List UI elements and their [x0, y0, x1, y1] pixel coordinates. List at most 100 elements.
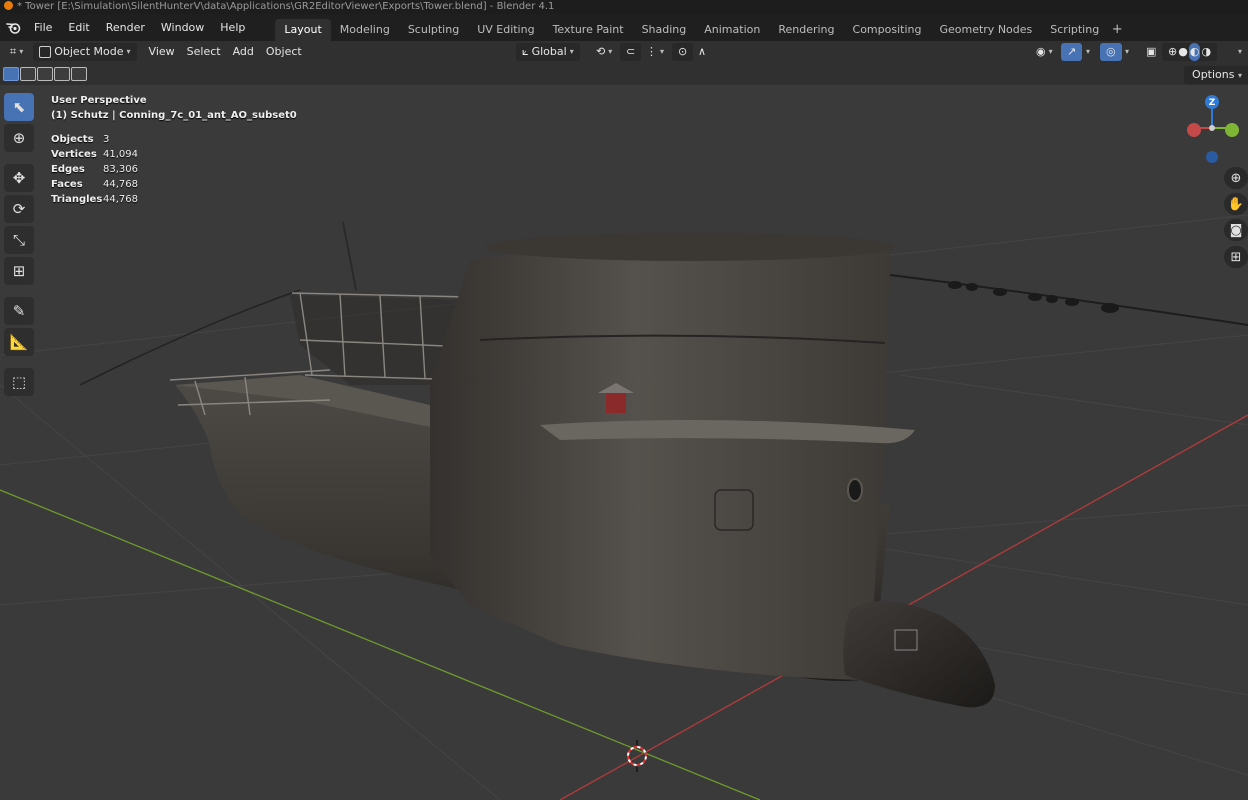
- shading-dropdown[interactable]: ▾: [1232, 43, 1248, 61]
- gizmo-dropdown[interactable]: ▾: [1080, 43, 1096, 61]
- chevron-down-icon: ▾: [1086, 47, 1091, 56]
- cable-insulators: [948, 281, 1119, 313]
- tool-shelf: ⬉ ⊕ ✥ ⟳ ⤡ ⊞ ✎ 📐 ⬚: [4, 93, 34, 396]
- tab-shading[interactable]: Shading: [633, 19, 696, 41]
- object-mode-icon: [39, 46, 52, 58]
- viewport-header: ⌗ ▾ Object Mode ▾ View Select Add Object …: [0, 41, 1248, 63]
- tab-modeling[interactable]: Modeling: [331, 19, 399, 41]
- orientation-icon: ⟀: [522, 45, 529, 58]
- tab-compositing[interactable]: Compositing: [844, 19, 931, 41]
- scene-stats-table: Objects 3 Vertices 41,094 Edges 83,306 Face…: [51, 132, 138, 207]
- stat-value: 83,306: [103, 164, 138, 175]
- transform-icon: ⊞: [12, 262, 26, 280]
- xray-toggle[interactable]: ▣: [1140, 43, 1162, 61]
- tab-sculpting[interactable]: Sculpting: [399, 19, 468, 41]
- proportional-icon: ⊙: [678, 45, 688, 58]
- 3d-cursor[interactable]: [627, 740, 647, 772]
- stat-value: 3: [103, 134, 110, 145]
- eye-icon: ◉: [1036, 45, 1046, 58]
- editor-type-button[interactable]: ⌗ ▾: [4, 43, 29, 61]
- menu-select[interactable]: Select: [181, 43, 227, 61]
- snap-target-button[interactable]: ⋮ ▾: [640, 43, 670, 61]
- solid-shading-icon[interactable]: ●: [1178, 43, 1188, 61]
- tab-texture-paint[interactable]: Texture Paint: [544, 19, 633, 41]
- annotate-tool[interactable]: ✎: [4, 297, 34, 325]
- menu-help[interactable]: Help: [212, 17, 253, 39]
- grid-line: [949, 684, 1248, 776]
- orientation-label: Global: [531, 45, 567, 58]
- visibility-button[interactable]: ◉ ▾: [1030, 43, 1059, 61]
- menu-add[interactable]: Add: [227, 43, 260, 61]
- tab-scripting[interactable]: Scripting: [1041, 19, 1108, 41]
- transform-tool[interactable]: ⊞: [4, 257, 34, 285]
- falloff-icon: ∧: [698, 45, 707, 58]
- cube-add-icon: ⬚: [11, 373, 27, 391]
- transform-orientation-dropdown[interactable]: ⟀ Global ▾: [516, 43, 580, 61]
- pivot-point-button[interactable]: ⟲ ▾: [590, 43, 618, 61]
- mode-dropdown[interactable]: Object Mode ▾: [33, 43, 137, 61]
- active-object-label: (1) Schutz | Conning_7c_01_ant_AO_subset…: [51, 110, 297, 121]
- snap-icon: ⋮: [646, 45, 657, 58]
- menu-render[interactable]: Render: [98, 17, 153, 39]
- chevron-down-icon: ▾: [1238, 47, 1243, 56]
- scale-icon: ⤡: [12, 231, 25, 249]
- tower-top-rim: [485, 233, 895, 261]
- grid-line: [859, 544, 1248, 606]
- crosshair-icon: ⊕: [12, 129, 26, 147]
- tab-geometry-nodes[interactable]: Geometry Nodes: [930, 19, 1041, 41]
- y-axis-handle[interactable]: [1225, 123, 1239, 137]
- ruler-icon: 📐: [9, 333, 29, 351]
- select-new-icon[interactable]: [3, 67, 19, 81]
- snap-toggle[interactable]: ⊂: [620, 43, 642, 61]
- select-intersect-icon[interactable]: [71, 67, 87, 81]
- rotate-tool[interactable]: ⟳: [4, 195, 34, 223]
- menu-file[interactable]: File: [26, 17, 60, 39]
- scale-tool[interactable]: ⤡: [4, 226, 34, 254]
- chevron-down-icon: ▾: [1048, 47, 1053, 56]
- select-subtract-icon[interactable]: [37, 67, 53, 81]
- antenna-cable-left: [79, 289, 301, 386]
- tab-uv-editing[interactable]: UV Editing: [468, 19, 543, 41]
- zoom-icon[interactable]: ⊕: [1224, 167, 1248, 189]
- neg-z-axis-handle[interactable]: [1206, 151, 1218, 163]
- overlays-dropdown[interactable]: ▾: [1119, 43, 1135, 61]
- stat-row: Edges 83,306: [51, 162, 138, 177]
- move-tool[interactable]: ✥: [4, 164, 34, 192]
- tool-spacer: [4, 155, 34, 161]
- material-shading-icon[interactable]: ◐: [1188, 43, 1201, 61]
- camera-view-icon[interactable]: ◙: [1224, 219, 1248, 241]
- grid-view-icon[interactable]: ⊞: [1224, 246, 1248, 268]
- chevron-down-icon: ▾: [126, 47, 131, 56]
- viewport-stats-overlay: User Perspective (1) Schutz | Conning_7c…: [51, 93, 297, 207]
- menu-view[interactable]: View: [143, 43, 181, 61]
- pan-hand-icon[interactable]: ✋: [1224, 193, 1248, 215]
- blender-logo-icon[interactable]: [0, 14, 26, 41]
- chevron-down-icon: ▾: [1237, 71, 1242, 80]
- tab-rendering[interactable]: Rendering: [769, 19, 843, 41]
- rendered-shading-icon[interactable]: ◑: [1201, 43, 1211, 61]
- navigation-gizmo[interactable]: Z: [1180, 92, 1244, 164]
- tab-layout[interactable]: Layout: [275, 19, 331, 41]
- stat-row: Vertices 41,094: [51, 147, 138, 162]
- stat-label: Vertices: [51, 149, 97, 160]
- menu-object[interactable]: Object: [260, 43, 308, 61]
- x-axis-handle[interactable]: [1187, 123, 1201, 137]
- tab-animation[interactable]: Animation: [695, 19, 769, 41]
- add-cube-tool[interactable]: ⬚: [4, 368, 34, 396]
- proportional-edit-toggle[interactable]: ⊙: [672, 43, 694, 61]
- options-dropdown[interactable]: Options ▾: [1184, 66, 1248, 84]
- menu-window[interactable]: Window: [153, 17, 212, 39]
- cursor-tool[interactable]: ⊕: [4, 124, 34, 152]
- menu-edit[interactable]: Edit: [60, 17, 97, 39]
- select-extend-icon[interactable]: [20, 67, 36, 81]
- select-invert-icon[interactable]: [54, 67, 70, 81]
- add-workspace-icon[interactable]: +: [1108, 22, 1126, 37]
- falloff-button[interactable]: ∧: [692, 43, 712, 61]
- stat-row: Objects 3: [51, 132, 138, 147]
- measure-tool[interactable]: 📐: [4, 328, 34, 356]
- stat-row: Triangles 44,768: [51, 192, 138, 207]
- wireframe-shading-icon[interactable]: ⊕: [1168, 43, 1177, 61]
- perspective-label: User Perspective: [51, 95, 147, 106]
- select-box-tool[interactable]: ⬉: [4, 93, 34, 121]
- overlays-icon: ◎: [1106, 45, 1116, 58]
